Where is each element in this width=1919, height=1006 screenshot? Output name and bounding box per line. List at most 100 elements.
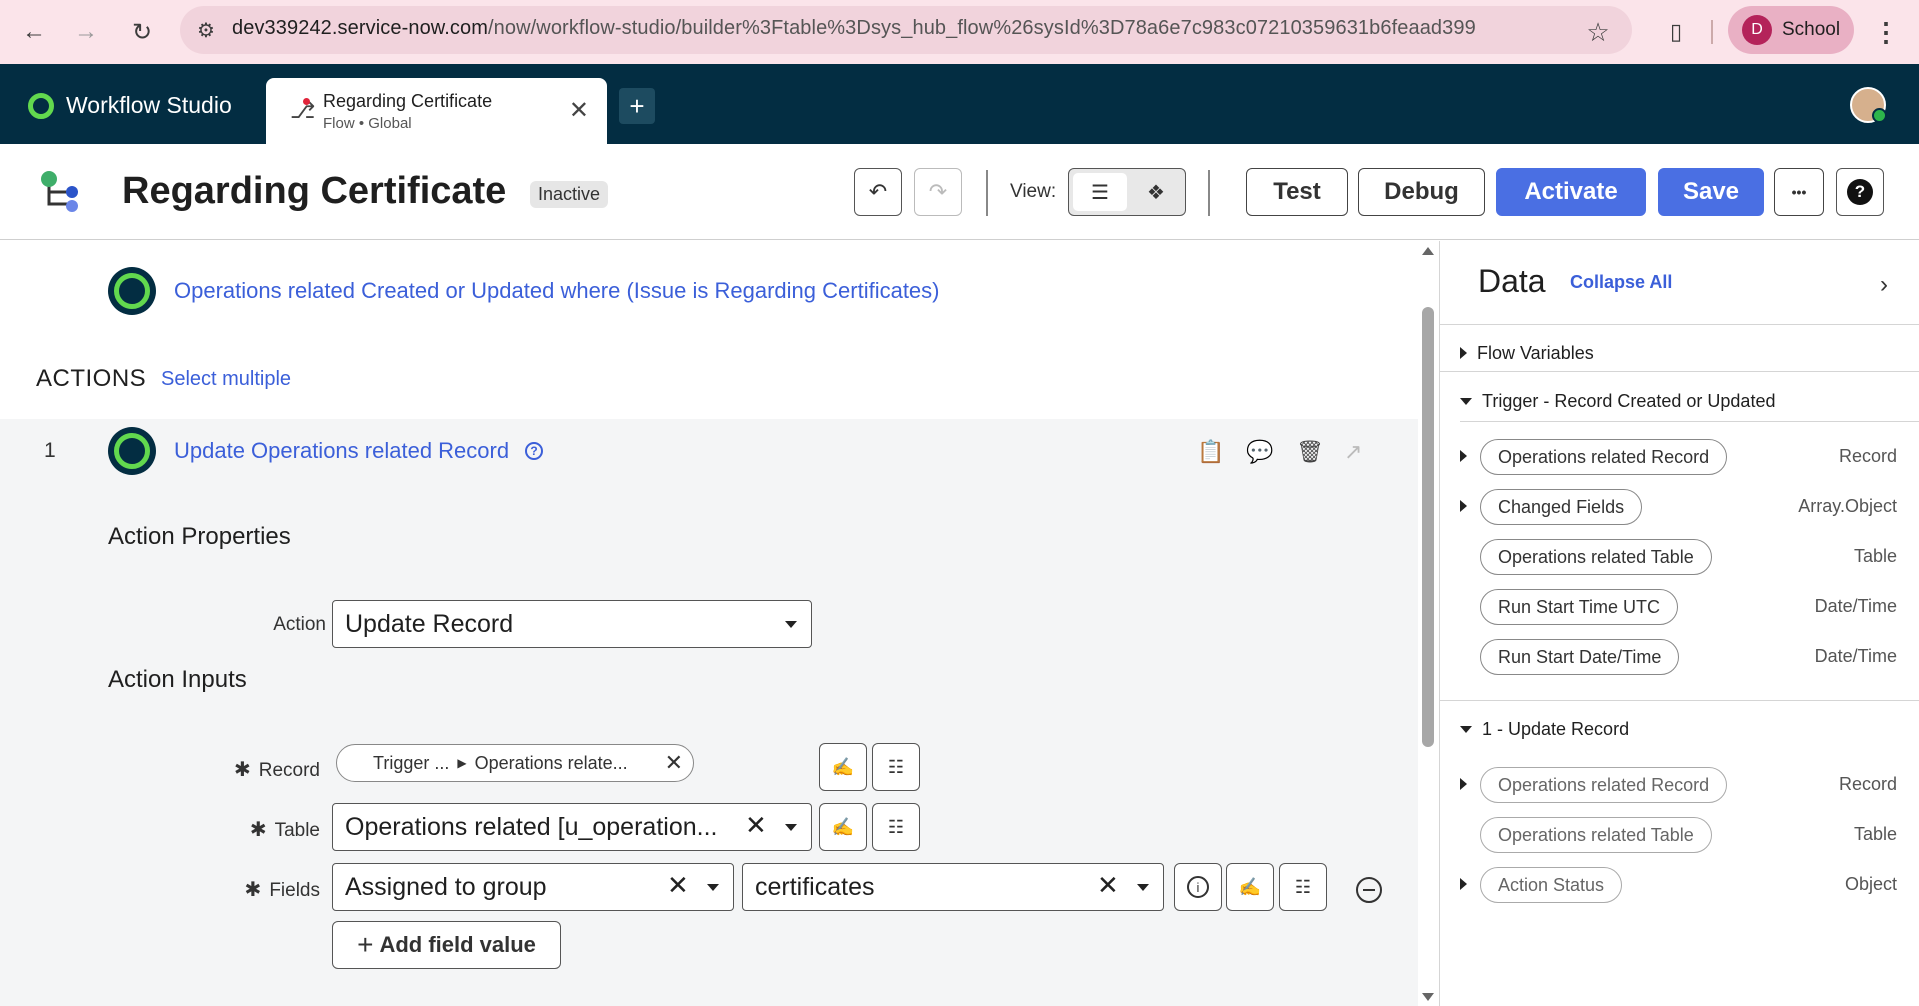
record-pill-source: Trigger ... (373, 752, 450, 773)
browser-menu-icon[interactable]: ⋮ (1866, 12, 1906, 52)
debug-button[interactable]: Debug (1358, 168, 1485, 216)
caret-right-icon[interactable] (1460, 450, 1467, 462)
data-pill[interactable]: Run Start Time UTC (1480, 589, 1679, 625)
reload-icon[interactable]: ↻ (122, 12, 162, 52)
toolbar-separator (1208, 170, 1210, 216)
data-pill-type: Record (1838, 774, 1897, 794)
required-asterisk: ✱ (244, 879, 262, 901)
field-value-select[interactable]: certificates ✕ (742, 863, 1164, 911)
forward-arrow-icon[interactable]: → (66, 12, 106, 52)
user-avatar[interactable] (1850, 87, 1887, 123)
data-pill[interactable]: Operations related Table (1480, 539, 1712, 575)
action-select[interactable]: Update Record (332, 600, 812, 648)
add-comment-icon[interactable]: 💬 (1246, 439, 1273, 465)
script-toggle-button[interactable]: ✍ (819, 743, 867, 791)
action-title-link[interactable]: Update Operations related Record (174, 438, 509, 464)
site-info-icon[interactable]: ⚙ (186, 10, 226, 50)
view-toggle[interactable]: ☰ ❖ (1068, 168, 1186, 216)
tab-regarding-certificate[interactable]: ⎇ Regarding Certificate Flow • Global ✕ (266, 78, 607, 144)
view-label: View: (1010, 181, 1057, 202)
data-pill-picker-button[interactable]: ☷ (872, 743, 920, 791)
data-pill[interactable]: Changed Fields (1480, 489, 1643, 525)
trigger-row[interactable]: Operations related Created or Updated wh… (108, 267, 940, 315)
data-pill-picker-button[interactable]: ☷ (872, 803, 920, 851)
group-label: 1 - Update Record (1482, 718, 1630, 739)
data-pill[interactable]: Run Start Date/Time (1480, 639, 1680, 675)
divider (1460, 421, 1919, 422)
data-pill[interactable]: Operations related Record (1480, 439, 1728, 475)
profile-avatar: D (1742, 15, 1772, 45)
test-button[interactable]: Test (1246, 168, 1348, 216)
group-label: Trigger - Record Created or Updated (1482, 390, 1776, 411)
record-data-pill[interactable]: Trigger ... ▶ Operations relate... ✕ (336, 744, 694, 782)
trigger-link[interactable]: Operations related Created or Updated wh… (174, 278, 940, 304)
clear-icon[interactable]: ✕ (667, 870, 689, 901)
clear-icon[interactable]: ✕ (665, 750, 683, 776)
help-button[interactable]: ? (1836, 168, 1884, 216)
data-panel-title: Data (1478, 263, 1546, 299)
collapse-all-link[interactable]: Collapse All (1570, 272, 1672, 293)
script-toggle-button[interactable]: ✍ (1226, 863, 1274, 911)
action-icon (108, 427, 156, 475)
extensions-icon[interactable]: ▯ (1656, 12, 1696, 52)
question-icon[interactable]: ? (525, 442, 544, 460)
list-view-icon[interactable]: ☰ (1073, 173, 1127, 211)
info-icon: i (1187, 876, 1209, 898)
unsaved-dot (303, 98, 310, 105)
diagram-view-icon[interactable]: ❖ (1129, 173, 1183, 211)
table-select[interactable]: Operations related [u_operation... ✕ (332, 803, 812, 851)
copy-icon[interactable]: 📋 (1197, 439, 1224, 465)
group-flow-variables[interactable]: Flow Variables (1460, 335, 1594, 371)
undo-button[interactable]: ↶ (854, 168, 902, 216)
data-pill-picker-button[interactable]: ☷ (1279, 863, 1327, 911)
field-name-value: Assigned to group (345, 872, 547, 901)
close-tab-icon[interactable]: ✕ (569, 96, 589, 125)
action-number: 1 (44, 439, 56, 462)
activate-button[interactable]: Activate (1496, 168, 1646, 216)
data-pill[interactable]: Operations related Record (1480, 767, 1728, 803)
save-button[interactable]: Save (1658, 168, 1764, 216)
scroll-up-icon[interactable] (1422, 247, 1434, 255)
group-trigger[interactable]: Trigger - Record Created or Updated (1460, 383, 1775, 419)
script-toggle-button[interactable]: ✍ (819, 803, 867, 851)
profile-label: School (1782, 19, 1841, 40)
action-item: 1 Update Operations related Record ? 📋 💬… (0, 419, 1418, 1006)
scroll-down-icon[interactable] (1422, 993, 1434, 1001)
select-multiple-link[interactable]: Select multiple (161, 368, 291, 391)
scroll-thumb[interactable] (1422, 307, 1434, 747)
fields-label-text: Fields (269, 880, 320, 901)
field-value-text: certificates (755, 872, 875, 901)
caret-right-icon: ▶ (457, 756, 467, 770)
new-tab-button[interactable]: + (619, 88, 655, 124)
group-update-record[interactable]: 1 - Update Record (1460, 711, 1629, 747)
canvas-scrollbar[interactable] (1418, 241, 1438, 1006)
bookmark-star-icon[interactable]: ☆ (1578, 12, 1618, 52)
back-arrow-icon[interactable]: ← (14, 12, 54, 52)
caret-right-icon (1460, 347, 1467, 359)
plus-icon: + (357, 929, 374, 960)
info-button[interactable]: i (1174, 863, 1222, 911)
caret-right-icon[interactable] (1460, 878, 1467, 890)
brand[interactable]: Workflow Studio (28, 92, 232, 119)
chevron-right-icon[interactable]: › (1880, 271, 1888, 299)
action-header[interactable]: Update Operations related Record ? (108, 427, 544, 475)
caret-right-icon[interactable] (1460, 778, 1467, 790)
more-actions-button[interactable]: ••• (1774, 168, 1824, 216)
field-name-select[interactable]: Assigned to group ✕ (332, 863, 734, 911)
delete-icon[interactable]: 🗑 (1296, 439, 1324, 465)
divider (1440, 324, 1919, 325)
data-pill[interactable]: Action Status (1480, 867, 1623, 903)
profile-button[interactable]: D School (1728, 6, 1854, 54)
script-icon: ✍ (1238, 876, 1262, 897)
chevron-down-icon (707, 884, 719, 891)
chevron-down-icon (1137, 884, 1149, 891)
add-field-value-button[interactable]: + Add field value (332, 921, 561, 969)
data-pill[interactable]: Operations related Table (1480, 817, 1712, 853)
clear-icon[interactable]: ✕ (745, 810, 767, 841)
redo-button[interactable]: ↷ (914, 168, 962, 216)
caret-right-icon[interactable] (1460, 500, 1467, 512)
remove-field-icon[interactable] (1356, 877, 1382, 903)
open-external-icon[interactable]: ↗ (1344, 439, 1362, 465)
clear-icon[interactable]: ✕ (1097, 870, 1119, 901)
data-panel: Data Collapse All › Flow Variables Trigg… (1439, 241, 1919, 1006)
